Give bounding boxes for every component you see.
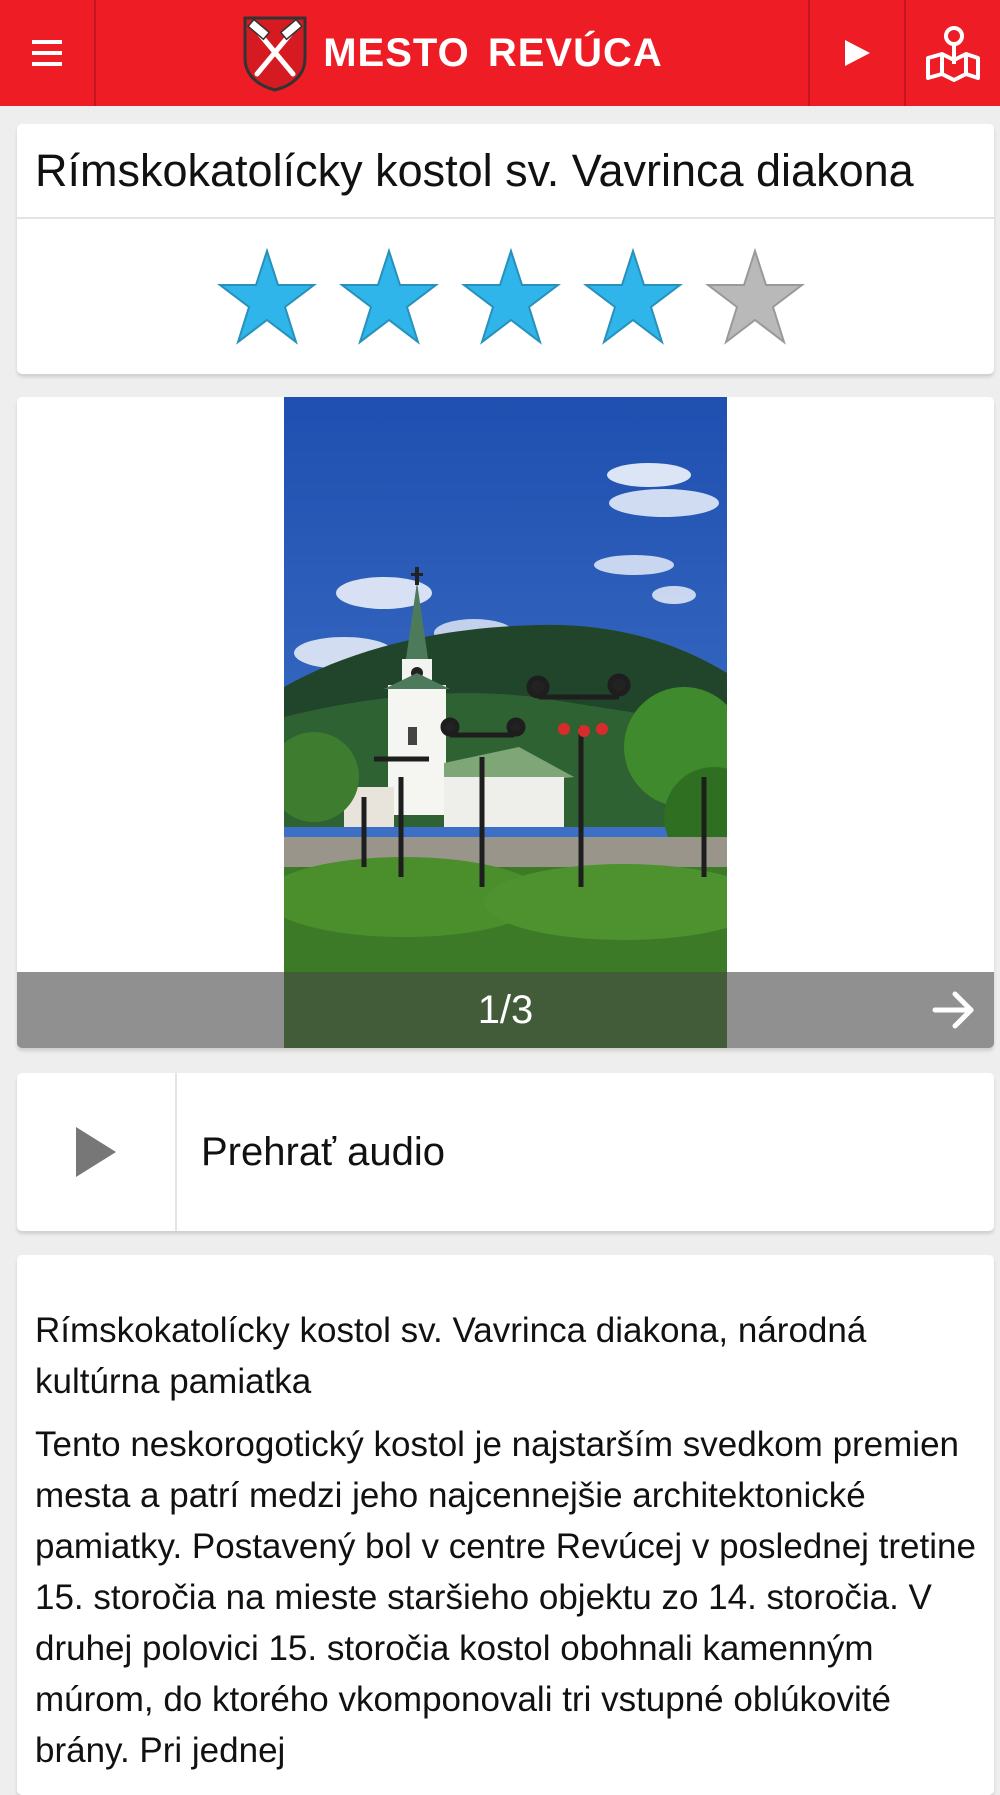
arrow-right-icon	[932, 991, 974, 1029]
app-header: MESTO REVÚCA	[0, 0, 1000, 106]
menu-button[interactable]	[0, 0, 96, 106]
audio-label[interactable]: Prehrať audio	[177, 1073, 994, 1231]
app-brand: MESTO REVÚCA	[96, 0, 808, 106]
audio-play-button[interactable]	[17, 1073, 177, 1231]
play-icon	[76, 1127, 116, 1177]
star-icon[interactable]	[338, 247, 439, 347]
map-button[interactable]	[904, 0, 1000, 106]
coat-of-arms-crossed-hammers-icon	[243, 16, 307, 92]
photo-gallery[interactable]: 1/3	[17, 397, 994, 1048]
play-tour-button[interactable]	[808, 0, 904, 106]
hamburger-menu-icon	[32, 40, 62, 66]
description-body: Tento neskorogotický kostol je najstarší…	[35, 1425, 976, 1770]
description-card: Rímskokatolícky kostol sv. Vavrinca diak…	[17, 1255, 994, 1795]
star-icon[interactable]	[582, 247, 683, 347]
gallery-counter: 1/3	[477, 987, 534, 1032]
place-title: Rímskokatolícky kostol sv. Vavrinca diak…	[17, 124, 994, 219]
star-icon[interactable]	[704, 247, 805, 347]
star-icon[interactable]	[460, 247, 561, 347]
place-header-card: Rímskokatolícky kostol sv. Vavrinca diak…	[17, 124, 994, 374]
star-icon[interactable]	[216, 247, 317, 347]
next-photo-button[interactable]	[924, 980, 984, 1040]
app-title: MESTO REVÚCA	[323, 30, 663, 75]
play-icon	[845, 40, 870, 66]
description-subtitle: Rímskokatolícky kostol sv. Vavrinca diak…	[35, 1311, 867, 1401]
star-rating[interactable]	[17, 219, 994, 374]
audio-player: Prehrať audio	[17, 1073, 994, 1231]
map-pin-icon	[926, 26, 980, 82]
church-photo	[284, 397, 727, 1048]
gallery-caption-bar: 1/3	[17, 972, 994, 1048]
